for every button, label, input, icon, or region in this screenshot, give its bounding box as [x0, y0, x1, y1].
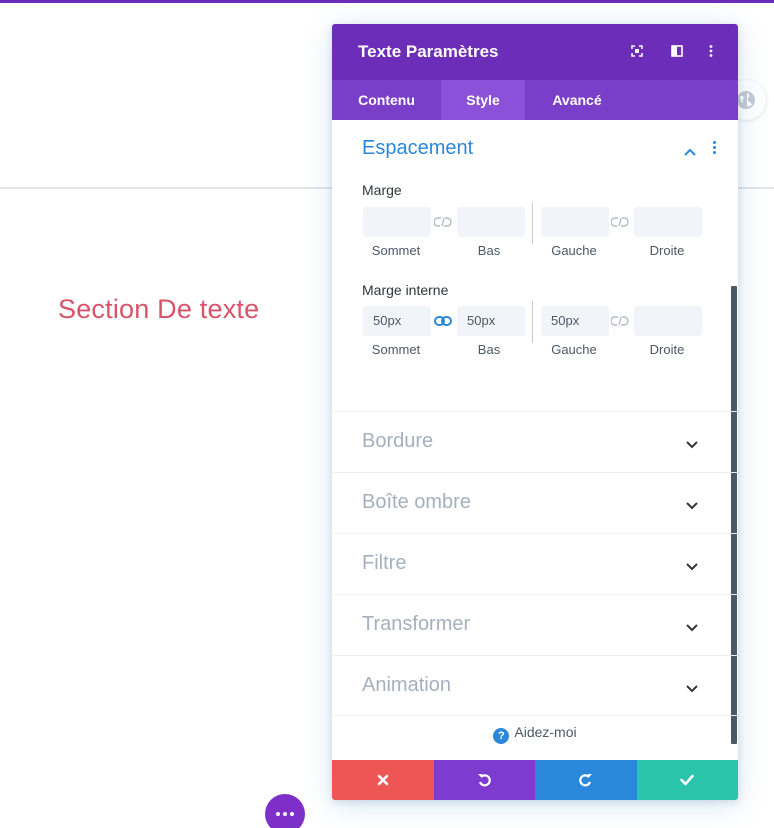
modal-body: Espacement Marge Sommet Bas Gauche Droit… [332, 120, 738, 760]
redo-button[interactable] [535, 760, 637, 800]
margin-bottom-input[interactable] [457, 207, 525, 237]
unlinked-icon[interactable] [610, 214, 630, 230]
section-text-heading: Section De texte [58, 294, 260, 324]
padding-label: Marge interne [362, 282, 449, 298]
margin-left-label: Gauche [551, 243, 597, 258]
chevron-down-icon [686, 436, 698, 454]
accordion-transform[interactable]: Transformer [332, 594, 738, 655]
margin-top-label: Sommet [371, 243, 421, 258]
unlinked-icon[interactable] [610, 313, 630, 329]
linked-icon[interactable] [433, 313, 453, 329]
tab-advanced[interactable]: Avancé [525, 80, 629, 120]
padding-bottom-input[interactable] [457, 306, 525, 336]
dot-icon [290, 812, 294, 816]
field-separator [532, 202, 533, 244]
margin-left-input[interactable] [541, 207, 609, 237]
dot-icon [276, 812, 280, 816]
close-icon [377, 774, 389, 786]
split-view-icon[interactable] [670, 44, 684, 58]
margin-bottom-label: Bas [477, 243, 501, 258]
modal-header: Texte Paramètres [332, 24, 738, 80]
accordion-label: Bordure [362, 430, 434, 452]
accordion-box-shadow[interactable]: Boîte ombre [332, 472, 738, 533]
modal-footer [332, 760, 738, 800]
help-link[interactable]: ? Aidez-moi [332, 724, 738, 744]
tab-bar: Contenu Style Avancé [332, 80, 738, 120]
section-more-icon[interactable] [712, 141, 716, 154]
chevron-down-icon [686, 619, 698, 637]
unlinked-icon[interactable] [433, 214, 453, 230]
accordion-label: Boîte ombre [362, 491, 471, 513]
accordion-animation[interactable]: Animation [332, 655, 738, 716]
fullscreen-icon[interactable] [630, 44, 644, 58]
help-label: Aidez-moi [514, 724, 577, 740]
margin-top-input[interactable] [363, 207, 431, 237]
modal-title: Texte Paramètres [358, 42, 499, 61]
save-button[interactable] [636, 760, 738, 800]
padding-bottom-label: Bas [477, 342, 501, 357]
undo-icon [478, 774, 491, 787]
accordion-border[interactable]: Bordure [332, 411, 738, 472]
padding-left-label: Gauche [551, 342, 597, 357]
chevron-down-icon [686, 497, 698, 515]
padding-top-input[interactable] [363, 306, 431, 336]
field-separator [532, 301, 533, 343]
padding-right-label: Droite [649, 342, 685, 357]
more-actions-button[interactable] [265, 794, 305, 828]
accordion-label: Transformer [362, 613, 471, 635]
padding-top-label: Sommet [371, 342, 421, 357]
margin-right-input[interactable] [634, 207, 702, 237]
top-accent-bar [0, 0, 774, 3]
redo-icon [579, 774, 592, 787]
margin-label: Marge [362, 182, 402, 198]
tab-content[interactable]: Contenu [332, 80, 441, 120]
padding-left-input[interactable] [541, 306, 609, 336]
chevron-down-icon [686, 680, 698, 698]
dot-icon [283, 812, 287, 816]
discard-button[interactable] [332, 760, 434, 800]
check-icon [680, 774, 695, 786]
accordion-label: Animation [362, 674, 451, 696]
more-vertical-icon[interactable] [704, 44, 718, 58]
padding-right-input[interactable] [634, 306, 702, 336]
spacing-section-title[interactable]: Espacement [362, 137, 473, 160]
chevron-up-icon[interactable] [684, 143, 696, 161]
undo-button[interactable] [433, 760, 535, 800]
chevron-down-icon [686, 558, 698, 576]
globe-icon [737, 91, 755, 109]
settings-modal: Texte Paramètres Contenu Style Avancé Es… [332, 24, 738, 800]
accordion-filter[interactable]: Filtre [332, 533, 738, 594]
margin-right-label: Droite [649, 243, 685, 258]
tab-style[interactable]: Style [441, 80, 525, 120]
accordion-label: Filtre [362, 552, 407, 574]
help-icon: ? [493, 728, 510, 744]
